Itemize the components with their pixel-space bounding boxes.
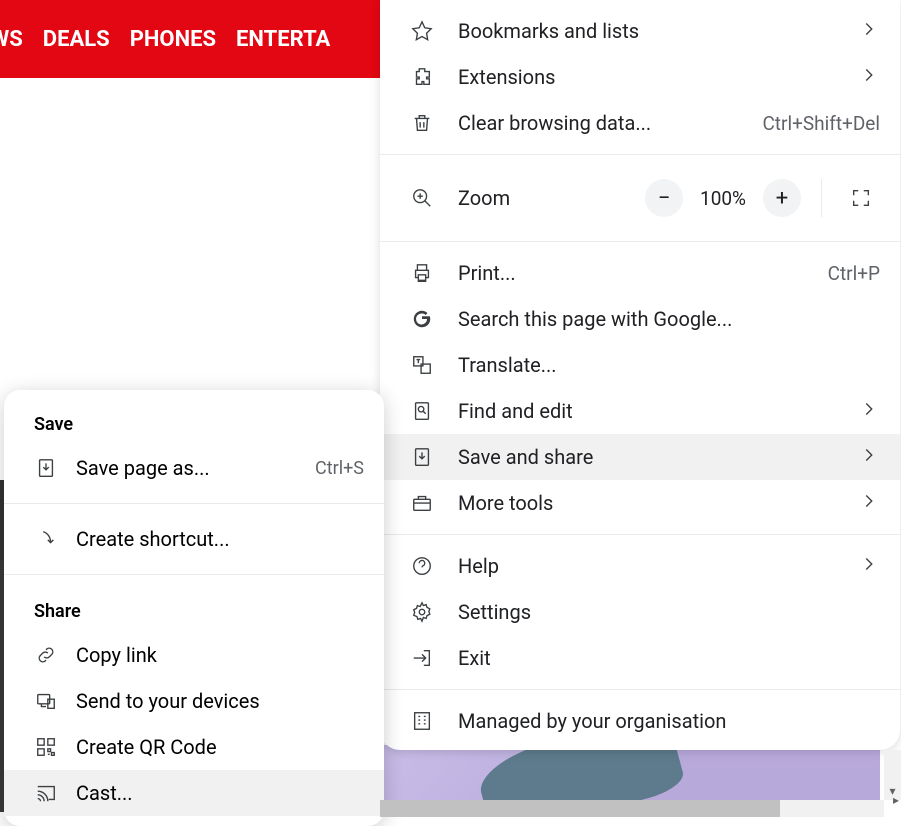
menu-print[interactable]: Print... Ctrl+P bbox=[380, 250, 900, 296]
submenu-label: Create QR Code bbox=[76, 735, 364, 759]
zoom-icon bbox=[410, 186, 434, 210]
submenu-shortcut: Ctrl+S bbox=[315, 458, 364, 479]
menu-settings[interactable]: Settings bbox=[380, 589, 900, 635]
help-icon bbox=[410, 554, 434, 578]
menu-clear-browsing-data[interactable]: Clear browsing data... Ctrl+Shift+Del bbox=[380, 100, 900, 146]
chevron-right-icon bbox=[858, 64, 880, 91]
menu-extensions[interactable]: Extensions bbox=[380, 54, 900, 100]
submenu-create-shortcut[interactable]: Create shortcut... bbox=[4, 516, 384, 562]
horizontal-scrollbar[interactable] bbox=[380, 800, 884, 817]
nav-item-phones[interactable]: PHONES bbox=[130, 27, 216, 52]
save-share-icon bbox=[410, 445, 434, 469]
cast-icon bbox=[34, 781, 58, 805]
chevron-right-icon bbox=[858, 18, 880, 45]
submenu-save-page-as[interactable]: Save page as... Ctrl+S bbox=[4, 445, 384, 491]
menu-label: Print... bbox=[458, 261, 828, 285]
site-nav-bar: WS DEALS PHONES ENTERTA bbox=[0, 0, 380, 78]
google-icon bbox=[410, 307, 434, 331]
exit-icon bbox=[410, 646, 434, 670]
scroll-right-arrow-icon[interactable]: ▸ bbox=[893, 793, 899, 807]
translate-icon bbox=[410, 353, 434, 377]
menu-label: Find and edit bbox=[458, 399, 848, 423]
save-page-icon bbox=[34, 456, 58, 480]
menu-help[interactable]: Help bbox=[380, 543, 900, 589]
menu-label: Exit bbox=[458, 646, 880, 670]
nav-item-deals[interactable]: DEALS bbox=[43, 27, 110, 52]
submenu-label: Cast... bbox=[76, 781, 364, 805]
menu-shortcut: Ctrl+P bbox=[828, 262, 880, 285]
nav-item-entertainment[interactable]: ENTERTA bbox=[236, 27, 330, 52]
zoom-out-button[interactable]: − bbox=[645, 179, 683, 217]
toolbox-icon bbox=[410, 491, 434, 515]
menu-find-edit[interactable]: Find and edit bbox=[380, 388, 900, 434]
chevron-right-icon bbox=[858, 553, 880, 580]
zoom-divider bbox=[821, 179, 822, 217]
chevron-right-icon bbox=[858, 398, 880, 425]
menu-label: Search this page with Google... bbox=[458, 307, 880, 331]
nav-item-news[interactable]: WS bbox=[0, 27, 23, 52]
submenu-label: Copy link bbox=[76, 643, 364, 667]
menu-label: Translate... bbox=[458, 353, 880, 377]
menu-shortcut: Ctrl+Shift+Del bbox=[762, 112, 880, 135]
print-icon bbox=[410, 261, 434, 285]
gear-icon bbox=[410, 600, 434, 624]
menu-label: Save and share bbox=[458, 445, 848, 469]
save-share-submenu: Save Save page as... Ctrl+S Create short… bbox=[4, 390, 384, 826]
star-icon bbox=[410, 19, 434, 43]
find-icon bbox=[410, 399, 434, 423]
fullscreen-icon bbox=[850, 187, 872, 209]
menu-search-google[interactable]: Search this page with Google... bbox=[380, 296, 900, 342]
submenu-label: Save page as... bbox=[76, 456, 315, 480]
trash-icon bbox=[410, 111, 434, 135]
scroll-thumb[interactable] bbox=[380, 800, 780, 817]
menu-divider bbox=[380, 154, 900, 155]
menu-more-tools[interactable]: More tools bbox=[380, 480, 900, 526]
submenu-cast[interactable]: Cast... bbox=[4, 770, 384, 816]
zoom-in-button[interactable]: + bbox=[763, 179, 801, 217]
menu-managed-org[interactable]: Managed by your organisation bbox=[380, 698, 900, 744]
section-title-share: Share bbox=[4, 587, 384, 632]
menu-label: More tools bbox=[458, 491, 848, 515]
submenu-label: Send to your devices bbox=[76, 689, 364, 713]
menu-label: Managed by your organisation bbox=[458, 709, 880, 733]
fullscreen-button[interactable] bbox=[842, 179, 880, 217]
menu-divider bbox=[380, 534, 900, 535]
menu-label: Settings bbox=[458, 600, 880, 624]
menu-bookmarks[interactable]: Bookmarks and lists bbox=[380, 8, 900, 54]
menu-label: Help bbox=[458, 554, 848, 578]
zoom-value: 100% bbox=[695, 187, 751, 210]
shortcut-icon bbox=[34, 527, 58, 551]
chevron-right-icon bbox=[858, 444, 880, 471]
qr-code-icon bbox=[34, 735, 58, 759]
link-icon bbox=[34, 643, 58, 667]
menu-label: Clear browsing data... bbox=[458, 111, 762, 135]
devices-icon bbox=[34, 689, 58, 713]
menu-divider bbox=[380, 241, 900, 242]
submenu-label: Create shortcut... bbox=[76, 527, 364, 551]
zoom-label: Zoom bbox=[458, 186, 645, 210]
menu-label: Bookmarks and lists bbox=[458, 19, 848, 43]
chrome-main-menu: Bookmarks and lists Extensions Clear bro… bbox=[380, 0, 900, 750]
menu-save-share[interactable]: Save and share bbox=[380, 434, 900, 480]
section-title-save: Save bbox=[4, 400, 384, 445]
submenu-copy-link[interactable]: Copy link bbox=[4, 632, 384, 678]
chevron-right-icon bbox=[858, 490, 880, 517]
submenu-create-qr[interactable]: Create QR Code bbox=[4, 724, 384, 770]
menu-zoom-row: Zoom − 100% + bbox=[380, 163, 900, 233]
submenu-send-devices[interactable]: Send to your devices bbox=[4, 678, 384, 724]
menu-exit[interactable]: Exit bbox=[380, 635, 900, 681]
popup-divider bbox=[4, 503, 384, 504]
menu-translate[interactable]: Translate... bbox=[380, 342, 900, 388]
popup-divider bbox=[4, 574, 384, 575]
building-icon bbox=[410, 709, 434, 733]
menu-divider bbox=[380, 689, 900, 690]
extension-icon bbox=[410, 65, 434, 89]
menu-label: Extensions bbox=[458, 65, 848, 89]
